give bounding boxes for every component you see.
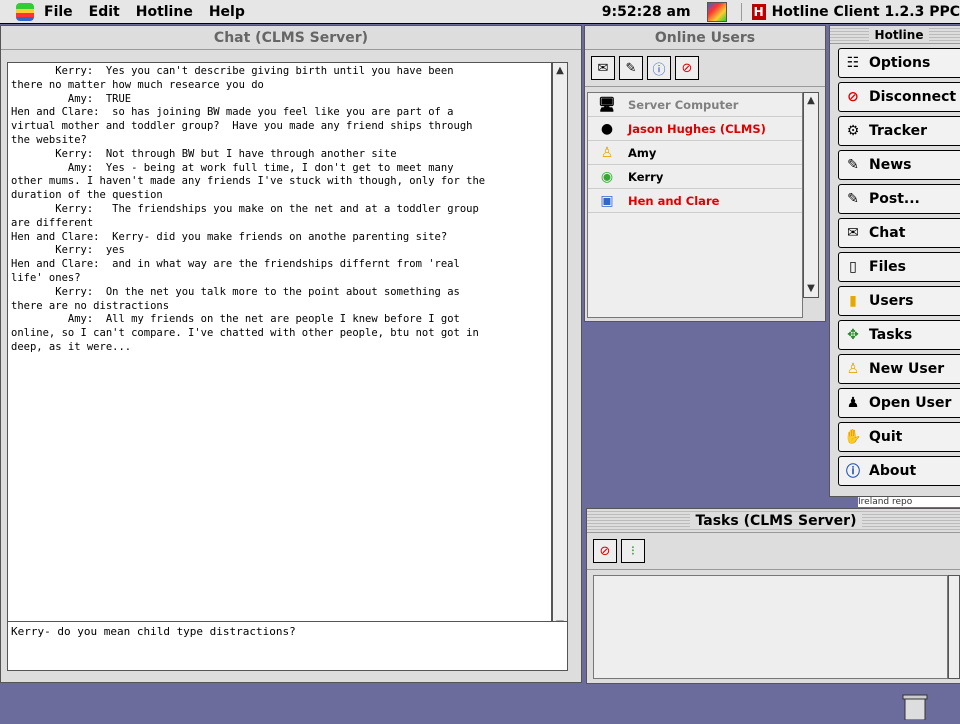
tasks-titlebar[interactable]: Tasks (CLMS Server) [587,509,960,533]
tasks-toolbar: ⊘ ⁝ [587,533,960,570]
disconnect-icon: ⊘ [847,89,859,105]
open-user-button[interactable]: ♟ Open User [838,388,960,418]
files-button[interactable]: ▯ Files [838,252,960,282]
computer-icon: 🖥 [598,96,616,113]
disconnect-user-icon[interactable]: ⊘ [675,56,699,80]
hotline-window: Hotline ☷ Options ⊘ Disconnect ⚙ Tracker ✎ N… [829,25,960,497]
menu-clock[interactable]: 9:52:28 am [602,4,691,20]
control-strip-icon[interactable] [706,1,727,22]
new-user-icon: ♙ [846,361,860,377]
hotline-app-icon[interactable]: H [751,3,766,20]
users-button[interactable]: ▮ Users [838,286,960,316]
private-chat-icon[interactable]: ✉ [591,56,615,80]
private-message-icon[interactable]: ✎ [619,56,643,80]
chat-window: Chat (CLMS Server) Kerry: Yes you can't … [0,25,582,683]
tasks-window: Tasks (CLMS Server) ⊘ ⁝ [586,508,960,684]
stop-task-icon[interactable]: ⊘ [593,539,617,563]
scroll-up-arrow[interactable]: ▲ [553,63,567,79]
user-list-scrollbar[interactable]: ▲ ▼ [803,92,819,298]
chat-titlebar[interactable]: Chat (CLMS Server) [1,26,581,50]
tracker-icon: ⚙ [846,123,860,139]
quit-button[interactable]: ✋ Quit [838,422,960,452]
person-icon: ♙ [600,144,614,161]
chat-title: Chat (CLMS Server) [213,30,369,46]
get-info-icon[interactable]: ⓘ [647,56,671,80]
user-row-jason-hughes[interactable]: ● Jason Hughes (CLMS) [588,117,802,141]
task-status-icon[interactable]: ⁝ [621,539,645,563]
trash-icon[interactable] [900,692,930,721]
online-users-window: Online Users ✉ ✎ ⓘ ⊘ 🖥 Server Computer ●… [584,25,826,322]
open-user-icon: ♟ [846,395,860,411]
user-name: Server Computer [628,97,739,112]
ball-icon: ◉ [600,168,614,185]
scroll-down-arrow[interactable]: ▼ [804,281,818,297]
user-name: Hen and Clare [628,193,720,208]
user-row-server-computer[interactable]: 🖥 Server Computer [588,93,802,117]
tracker-button[interactable]: ⚙ Tracker [838,116,960,146]
options-button[interactable]: ☷ Options [838,48,960,78]
background-window-peek: Ireland repo [858,497,960,507]
chat-log-scrollbar[interactable]: ▲ ▼ [552,62,568,634]
tasks-button[interactable]: ✥ Tasks [838,320,960,350]
news-icon: ✎ [847,157,859,173]
disconnect-button[interactable]: ⊘ Disconnect [838,82,960,112]
user-name: Kerry [628,169,664,184]
chat-log[interactable]: Kerry: Yes you can't describe giving bir… [7,62,552,634]
about-button[interactable]: ⓘ About [838,456,960,486]
scroll-up-arrow[interactable]: ▲ [804,93,818,109]
menu-hotline[interactable]: Hotline [136,4,193,20]
post-icon: ✎ [847,191,859,207]
chat-button[interactable]: ✉ Chat [838,218,960,248]
users-titlebar[interactable]: Online Users [585,26,825,50]
application-menu[interactable]: Hotline Client 1.2.3 PPC [772,4,960,20]
picture-icon: ▣ [600,192,614,209]
chat-input[interactable]: Kerry- do you mean child type distractio… [7,621,568,671]
user-name: Amy [628,145,657,160]
users-toolbar: ✉ ✎ ⓘ ⊘ [585,50,825,87]
files-icon: ▯ [849,259,857,275]
menu-separator [740,2,742,21]
tasks-icon: ✥ [847,327,859,343]
users-icon: ▮ [849,293,857,309]
menu-help[interactable]: Help [209,4,245,20]
menu-edit[interactable]: Edit [89,4,120,20]
options-icon: ☷ [846,55,860,71]
post-button[interactable]: ✎ Post... [838,184,960,214]
news-button[interactable]: ✎ News [838,150,960,180]
user-row-kerry[interactable]: ◉ Kerry [588,165,802,189]
chat-icon: ✉ [847,225,859,241]
quit-icon: ✋ [844,429,862,445]
sphere-icon: ● [600,120,614,137]
user-row-hen-and-clare[interactable]: ▣ Hen and Clare [588,189,802,213]
user-list: 🖥 Server Computer ● Jason Hughes (CLMS) … [587,92,803,318]
menu-bar: File Edit Hotline Help 9:52:28 am H Hotl… [0,0,960,24]
user-row-amy[interactable]: ♙ Amy [588,141,802,165]
user-name: Jason Hughes (CLMS) [628,121,766,136]
menu-file[interactable]: File [44,4,73,20]
task-list [593,575,948,679]
new-user-button[interactable]: ♙ New User [838,354,960,384]
task-list-scrollbar[interactable] [948,575,960,679]
hotline-title: Hotline [868,28,930,42]
hotline-titlebar[interactable]: Hotline [830,26,960,44]
about-icon: ⓘ [846,464,860,480]
users-title: Online Users [654,30,756,46]
tasks-title: Tasks (CLMS Server) [689,513,863,529]
apple-menu-icon[interactable] [16,2,34,21]
